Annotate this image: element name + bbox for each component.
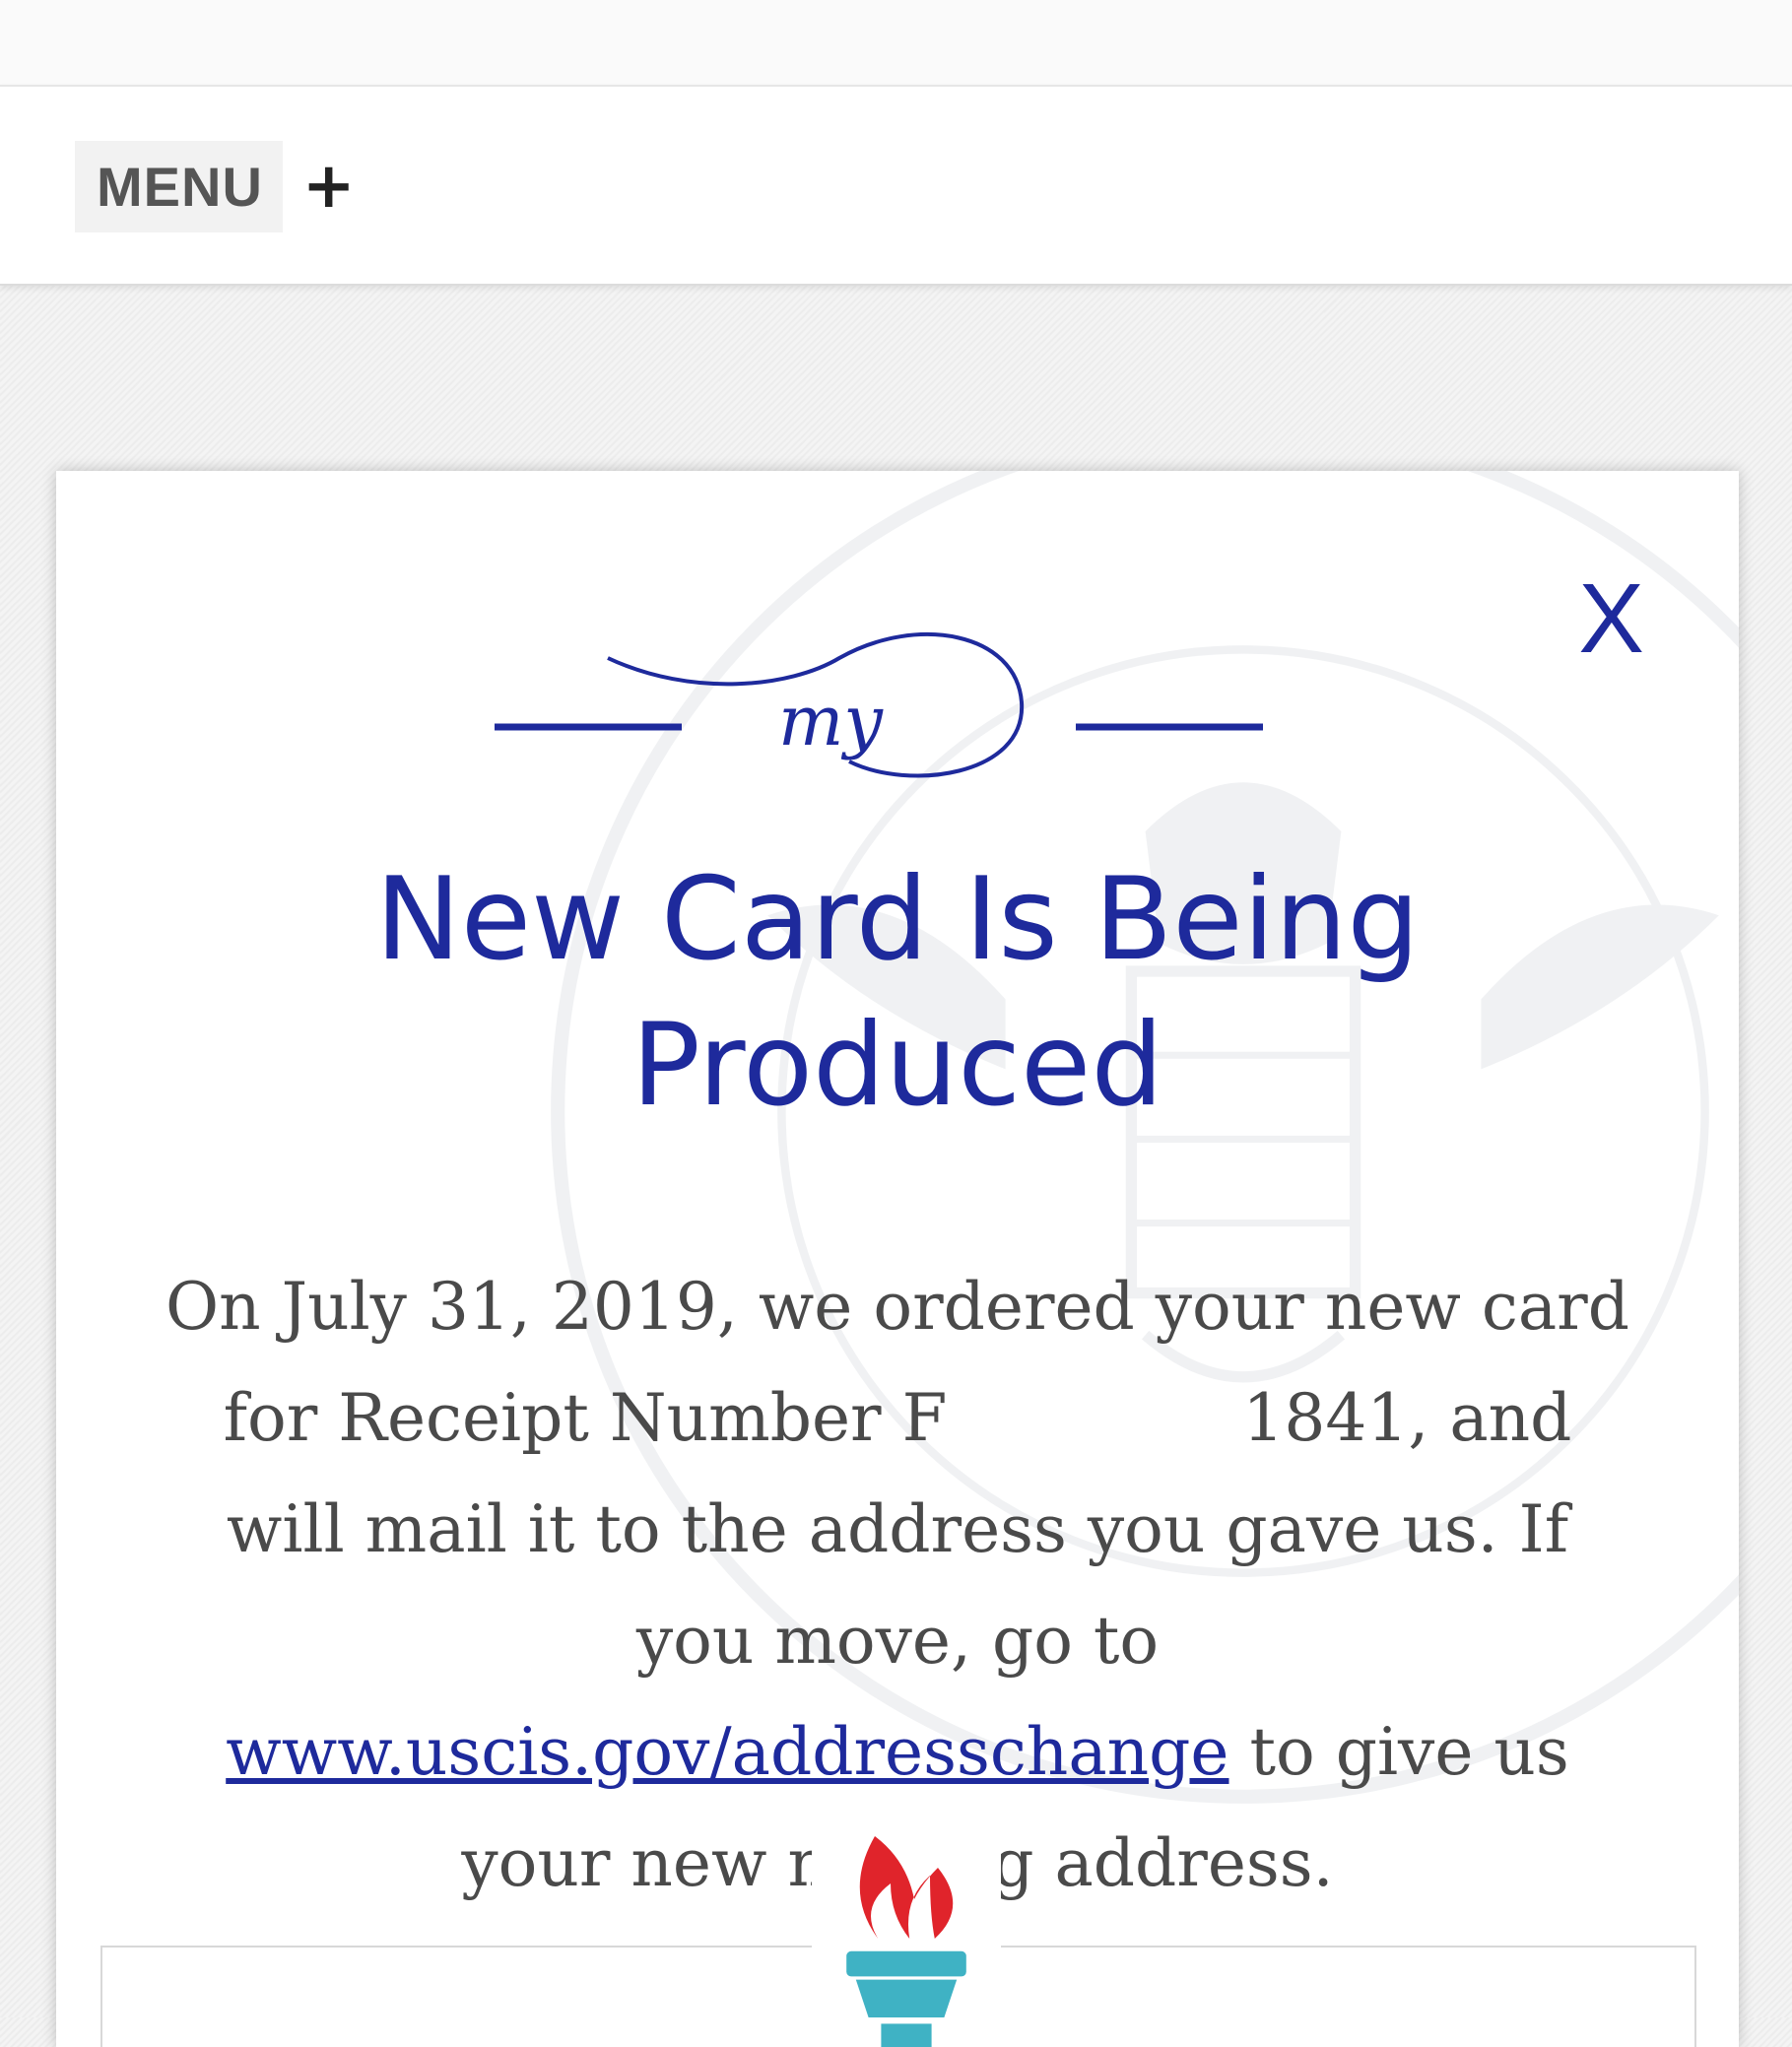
menu-label: MENU [75,140,283,232]
logo-text: my [778,681,884,761]
title-line-1: New Card Is Being [375,853,1420,986]
status-card: X my New Card Is Being Produced On July … [56,471,1739,2047]
status-message: On July 31, 2019, we ordered your new ca… [165,1251,1630,1919]
redacted-receipt-digits [947,1394,1243,1453]
top-navigation-bar: MENU + [0,85,1792,286]
torch-icon [812,1828,1001,2047]
my-logo: my [495,631,1263,778]
page-title: New Card Is Being Produced [56,847,1739,1139]
plus-icon: + [301,150,356,223]
address-change-link[interactable]: www.uscis.gov/addresschange [226,1714,1228,1790]
close-button[interactable]: X [1578,569,1644,668]
status-bar-area [0,0,1792,85]
title-line-2: Produced [631,999,1163,1132]
menu-button[interactable]: MENU + [75,132,356,240]
